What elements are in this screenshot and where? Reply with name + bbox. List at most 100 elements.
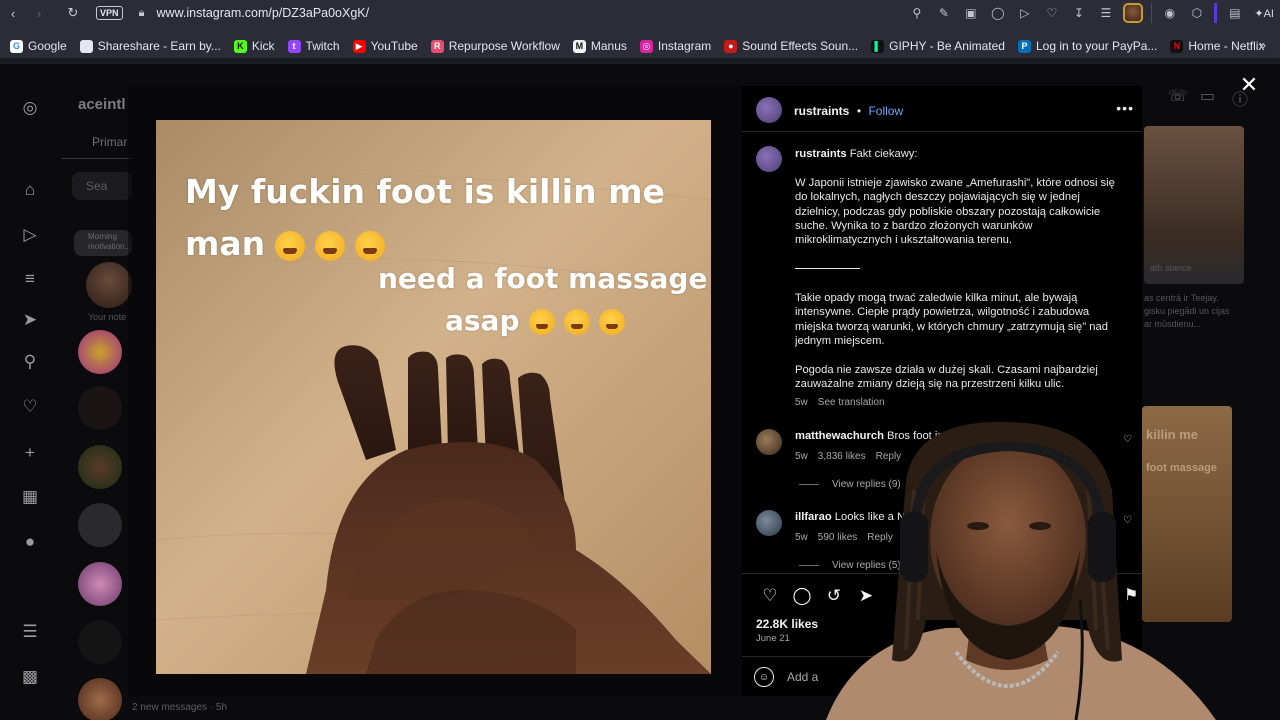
commenter-avatar[interactable] [756, 429, 782, 455]
emoji-icon[interactable]: ☺ [754, 667, 774, 687]
extension-icon[interactable]: ◉ [1156, 0, 1183, 26]
meme-text-line4: asap [445, 304, 625, 337]
instagram-logo-icon[interactable]: ◎ [20, 98, 40, 118]
shield-icon[interactable]: ◯ [984, 0, 1011, 26]
bookmark-item[interactable]: Shareshare - Earn by... [79, 39, 221, 53]
forward-icon[interactable]: › [26, 0, 52, 26]
meme-text-asap: asap [445, 304, 520, 337]
meme-text-line3: need a foot massage [378, 262, 708, 295]
heart-icon[interactable]: ♡ [1038, 0, 1065, 26]
screen: ‹ › ↻ VPN 🔒︎ www.instagram.com/p/DZ3aPa0… [0, 0, 1280, 720]
reels-icon[interactable]: ▷ [20, 225, 40, 245]
avatar[interactable] [78, 386, 122, 430]
bookmarks-bar: G Google Shareshare - Earn by... K Kick t Twit… [0, 34, 1280, 58]
menu-icon[interactable]: ☰ [1092, 0, 1119, 26]
more-options-icon[interactable]: ••• [1116, 100, 1134, 116]
author-avatar[interactable] [756, 97, 782, 123]
vpn-badge[interactable]: VPN [96, 6, 123, 20]
bookmark-label: GIPHY - Be Animated [889, 39, 1005, 53]
avatar[interactable] [78, 330, 122, 374]
dashboard-icon[interactable]: ▦ [20, 487, 40, 507]
back-icon[interactable]: ‹ [0, 0, 26, 26]
play-icon[interactable]: ▷ [1011, 0, 1038, 26]
search-icon[interactable]: ⚲ [20, 352, 40, 372]
bookmark-item[interactable]: R Repurpose Workflow [430, 39, 560, 53]
ai-button[interactable]: ✦AI [1248, 7, 1280, 20]
profile-icon[interactable]: ● [20, 532, 40, 552]
bookmark-item[interactable]: K Kick [233, 39, 275, 53]
camera-icon[interactable]: ▣ [957, 0, 984, 26]
post-header: rustraints • Follow [794, 102, 903, 120]
notifications-icon[interactable]: ♡ [20, 397, 40, 417]
bookmark-item[interactable]: G Google [10, 39, 67, 53]
bookmark-item[interactable]: ◎ Instagram [639, 39, 712, 53]
youtube-icon: ▶ [352, 39, 366, 53]
repurpose-icon: R [430, 39, 444, 53]
tired-face-emoji-icon [275, 230, 306, 261]
commenter-avatar[interactable] [756, 510, 782, 536]
bookmark-item[interactable]: N Home - Netflix [1170, 39, 1264, 53]
create-icon[interactable]: + [20, 443, 40, 463]
bookmark-item[interactable]: M Manus [572, 39, 627, 53]
caption-meta: 5w See translation [795, 397, 895, 408]
post-image[interactable]: My fuckin foot is killin me man need a f… [156, 120, 711, 674]
bookmark-label: Instagram [657, 39, 712, 53]
meme-text-man: man [185, 224, 266, 263]
address-bar[interactable]: www.instagram.com/p/DZ3aPa0oXgK/ [157, 6, 370, 20]
avatar[interactable] [78, 503, 122, 547]
reload-icon[interactable]: ↻ [60, 0, 86, 26]
apps-icon[interactable]: ▩ [20, 667, 40, 687]
home-icon[interactable]: ⌂ [20, 180, 40, 200]
download-icon[interactable]: ↧ [1065, 0, 1092, 26]
background-snippet: as centrā ir Teejay. gisku piegādi un ci… [1144, 293, 1230, 329]
caption-divider [795, 268, 860, 269]
avatar[interactable] [86, 262, 132, 308]
ai-label: AI [1263, 7, 1274, 20]
new-messages-badge[interactable]: 2 new messages · 5h [132, 702, 227, 713]
paypal-icon: P [1017, 39, 1031, 53]
messages-icon[interactable]: ≡ [20, 269, 40, 289]
video-icon[interactable]: ▭ [1200, 86, 1215, 106]
avatar[interactable] [78, 445, 122, 489]
author-username[interactable]: rustraints [794, 104, 849, 118]
note-bubble[interactable]: Morning motivation... [74, 230, 132, 256]
explore-icon[interactable]: ➤ [20, 310, 40, 330]
wallet-icon[interactable]: ▤ [1221, 0, 1248, 26]
caption-paragraph-3: Pogoda nie zawsze działa w dużej skali. … [795, 364, 1098, 391]
profile-avatar[interactable] [1123, 3, 1144, 23]
caption-author-username[interactable]: rustraints [795, 148, 847, 160]
caption-author-avatar[interactable] [756, 146, 782, 172]
search-input[interactable]: Sea [72, 172, 132, 200]
bookmark-item[interactable]: ● Sound Effects Soun... [724, 39, 858, 53]
bookmark-item[interactable]: ▌ GIPHY - Be Animated [871, 39, 1005, 53]
follow-button[interactable]: Follow [868, 104, 903, 118]
phone-icon[interactable]: ☏ [1168, 86, 1188, 106]
bookmark-item[interactable]: t Twitch [287, 39, 340, 53]
bookmark-item[interactable]: P Log in to your PayPa... [1017, 39, 1157, 53]
account-username[interactable]: aceintl [78, 96, 126, 113]
tab-primary[interactable]: Primar [92, 135, 127, 149]
tired-face-emoji-icon [598, 309, 625, 335]
kick-icon: K [233, 39, 247, 53]
cube-icon[interactable]: ⬡ [1183, 0, 1210, 26]
streamer-webcam [826, 421, 1216, 720]
caption-paragraph-1: W Japonii istnieje zjawisko zwane „Amefu… [795, 177, 1115, 247]
search-icon[interactable]: ⚲ [903, 0, 930, 26]
see-translation-link[interactable]: See translation [818, 397, 885, 408]
close-icon[interactable]: ✕ [1238, 74, 1260, 96]
page-icon [79, 39, 93, 53]
avatar[interactable] [78, 620, 122, 664]
instagram-sidebar: ◎ ⌂ ▷ ≡ ➤ ⚲ ♡ + ▦ ● ☰ ▩ [0, 64, 62, 720]
bookmark-label: Twitch [305, 39, 340, 53]
like-icon[interactable]: ♡ [754, 585, 786, 607]
edit-icon[interactable]: ✎ [930, 0, 957, 26]
bookmarks-overflow-icon[interactable]: » [1259, 38, 1266, 52]
more-menu-icon[interactable]: ☰ [20, 622, 40, 642]
avatar[interactable] [78, 562, 122, 606]
caption-paragraph-2: Takie opady mogą trwać zaledwie kilka mi… [795, 292, 1108, 347]
avatar[interactable] [78, 678, 122, 720]
your-note-label: Your note [88, 312, 127, 322]
lock-icon[interactable]: 🔒︎ [135, 7, 149, 20]
bookmark-item[interactable]: ▶ YouTube [352, 39, 418, 53]
bookmark-label: YouTube [370, 39, 418, 53]
